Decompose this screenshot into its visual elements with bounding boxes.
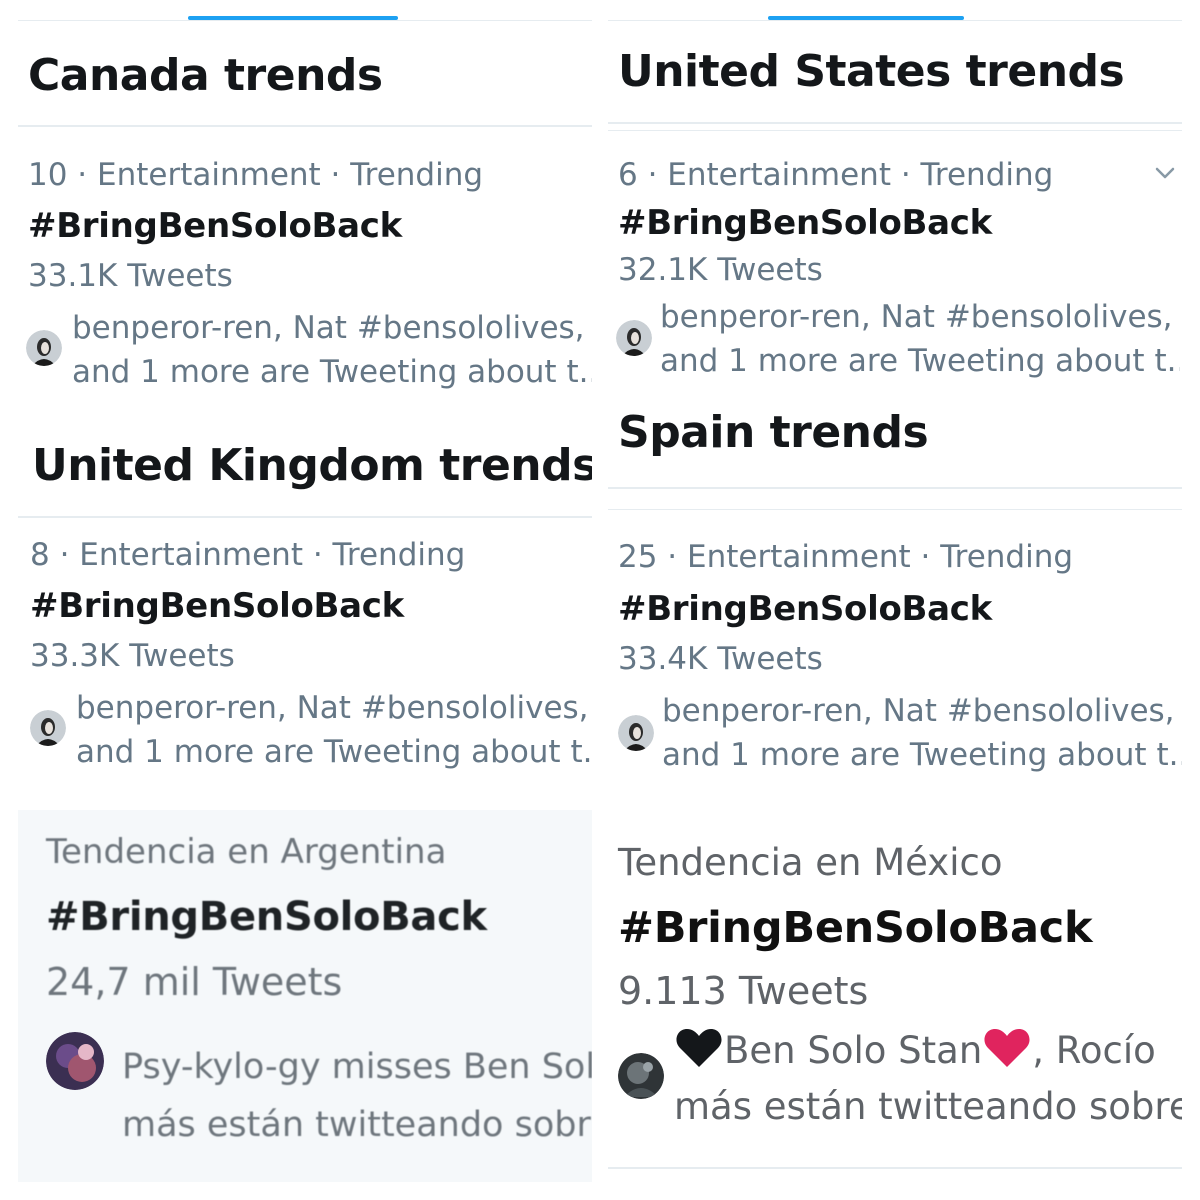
- social-context-rest: , Rocío: [1032, 1029, 1156, 1072]
- divider: [18, 20, 592, 21]
- divider: [608, 130, 1182, 131]
- divider: [18, 125, 592, 127]
- tweet-count: 33.4K Tweets: [618, 641, 823, 677]
- social-context-line1: Ben Solo Stan , Rocío: [674, 1023, 1182, 1079]
- social-context-line2: and 1 more are Tweeting about t...: [76, 734, 592, 770]
- mexico-trend-panel: Tendencia en México #BringBenSoloBack 9.…: [608, 805, 1182, 1185]
- tweet-count: 9.113 Tweets: [618, 969, 869, 1013]
- social-context: benperor-ren, Nat #bensololives, and 1 m…: [660, 295, 1180, 383]
- social-context: Ben Solo Stan , Rocío más están twittean…: [674, 1023, 1182, 1135]
- spain-trends-panel: Spain trends 25 · Entertainment · Trendi…: [608, 395, 1182, 805]
- section-title-uk: United Kingdom trends: [32, 440, 592, 491]
- social-context-line1: benperor-ren, Nat #bensololives,: [76, 690, 589, 726]
- social-context-line1: benperor-ren, Nat #bensololives,: [72, 310, 585, 346]
- trend-meta: 8 · Entertainment · Trending: [30, 537, 466, 573]
- avatar-icon[interactable]: [26, 330, 62, 366]
- section-title-canada: Canada trends: [28, 50, 383, 101]
- divider: [608, 1167, 1182, 1169]
- tweet-count: 32.1K Tweets: [618, 252, 823, 288]
- trend-meta: Tendencia en Argentina: [46, 832, 447, 872]
- social-context-line2: más están twitteando sobre: [122, 1105, 592, 1145]
- social-context: benperor-ren, Nat #bensololives, and 1 m…: [662, 689, 1182, 777]
- social-context: benperor-ren, Nat #bensololives, and 1 m…: [76, 686, 592, 774]
- social-context-name: Ben Solo Stan: [724, 1029, 983, 1072]
- trend-meta: 10 · Entertainment · Trending: [28, 157, 484, 193]
- red-heart-icon: [982, 1023, 1032, 1079]
- canada-trends-panel: Canada trends 10 · Entertainment · Trend…: [18, 0, 592, 400]
- social-context-line1: benperor-ren, Nat #bensololives,: [662, 693, 1175, 729]
- divider: [608, 487, 1182, 489]
- us-trends-panel: United States trends 6 · Entertainment ·…: [608, 0, 1182, 395]
- trend-meta: 6 · Entertainment · Trending: [618, 157, 1054, 193]
- trend-hashtag[interactable]: #BringBenSoloBack: [30, 586, 404, 626]
- tweet-count: 33.3K Tweets: [30, 638, 235, 674]
- social-context: benperor-ren, Nat #bensololives, and 1 m…: [72, 306, 592, 394]
- tweet-count: 24,7 mil Tweets: [46, 960, 343, 1004]
- divider: [608, 122, 1182, 124]
- social-context-line2: and 1 more are Tweeting about t...: [72, 354, 592, 390]
- argentina-trend-panel: Tendencia en Argentina #BringBenSoloBack…: [18, 810, 592, 1182]
- social-context-line1: benperor-ren, Nat #bensololives,: [660, 299, 1173, 335]
- avatar-icon[interactable]: [46, 1032, 104, 1090]
- trend-meta: 25 · Entertainment · Trending: [618, 539, 1074, 575]
- social-context-line2: and 1 more are Tweeting about t...: [660, 343, 1180, 379]
- trend-hashtag[interactable]: #BringBenSoloBack: [28, 206, 402, 246]
- black-heart-icon: [674, 1023, 724, 1079]
- column-gutter: [592, 0, 608, 1200]
- trend-hashtag[interactable]: #BringBenSoloBack: [618, 589, 992, 629]
- avatar-icon[interactable]: [618, 715, 654, 751]
- avatar-icon[interactable]: [30, 710, 66, 746]
- divider: [18, 516, 592, 518]
- trend-meta: Tendencia en México: [618, 841, 1003, 884]
- divider: [608, 20, 1182, 21]
- uk-trends-panel: United Kingdom trends 8 · Entertainment …: [18, 400, 592, 800]
- social-context: Psy-kylo-gy misses Ben Solo más están tw…: [122, 1038, 592, 1154]
- trend-hashtag[interactable]: #BringBenSoloBack: [618, 903, 1093, 953]
- section-title-spain: Spain trends: [618, 407, 929, 458]
- social-context-line2: and 1 more are Tweeting about t...: [662, 737, 1182, 773]
- section-title-us: United States trends: [618, 46, 1125, 97]
- avatar-icon[interactable]: [618, 1053, 664, 1099]
- social-context-line1: Psy-kylo-gy misses Ben Solo: [122, 1047, 592, 1087]
- social-context-line2: más están twitteando sobre: [674, 1085, 1182, 1128]
- chevron-down-icon[interactable]: [1152, 160, 1178, 186]
- trend-hashtag[interactable]: #BringBenSoloBack: [46, 894, 487, 940]
- divider: [608, 509, 1182, 510]
- trend-hashtag[interactable]: #BringBenSoloBack: [618, 203, 992, 243]
- avatar-icon[interactable]: [616, 320, 652, 356]
- tweet-count: 33.1K Tweets: [28, 258, 233, 294]
